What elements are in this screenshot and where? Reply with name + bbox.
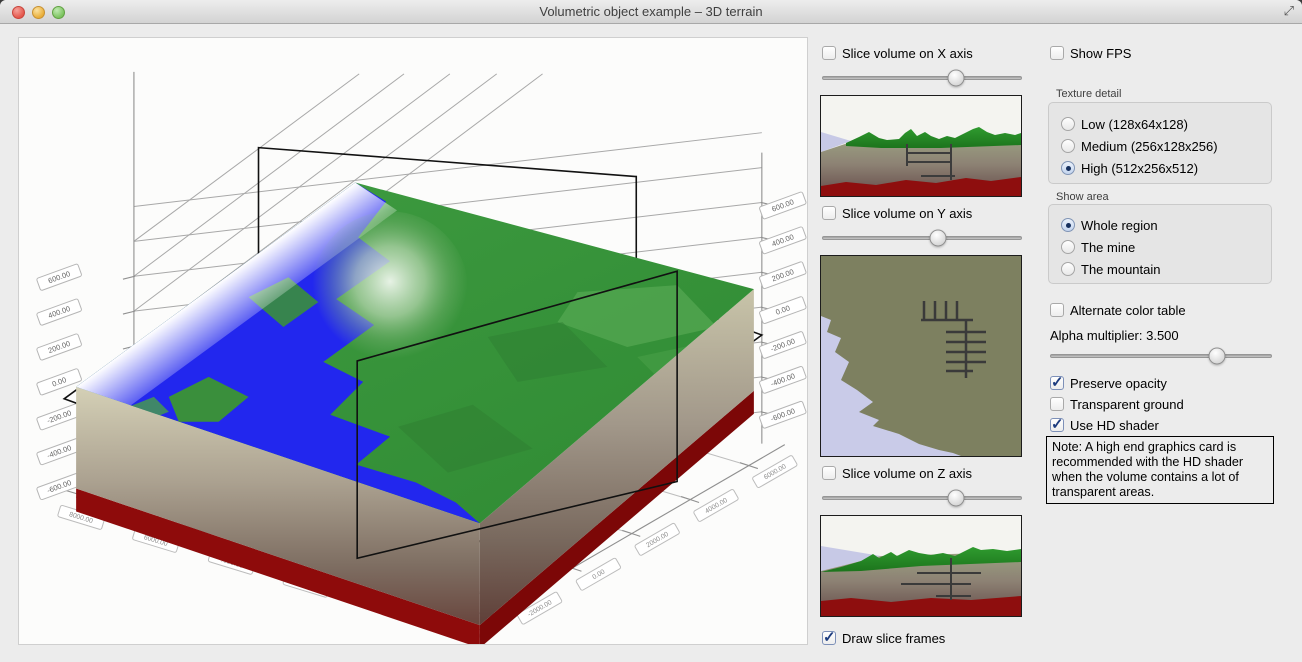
radio-label: Low (128x64x128) [1081, 117, 1188, 132]
slice-y-slider-handle[interactable] [930, 230, 947, 247]
radio-button[interactable] [1061, 218, 1075, 232]
radio-texture-low[interactable]: Low (128x64x128) [1061, 115, 1271, 133]
radio-button[interactable] [1061, 161, 1075, 175]
app-window: Volumetric object example – 3D terrain ⤢ [0, 0, 1302, 662]
checkbox-label: Show FPS [1070, 46, 1131, 61]
alpha-slider-handle[interactable] [1208, 348, 1225, 365]
radio-button[interactable] [1061, 262, 1075, 276]
draw-slice-frames-checkbox[interactable]: Draw slice frames [822, 629, 945, 647]
checkbox-box[interactable] [822, 466, 836, 480]
slice-z-checkbox[interactable]: Slice volume on Z axis [822, 464, 972, 482]
left-axis-labels: 600.00 400.00 200.00 0.00 -200.00 -400.0… [36, 264, 82, 500]
slice-x-preview [820, 95, 1022, 197]
slice-y-preview [820, 255, 1022, 457]
checkbox-box[interactable] [1050, 376, 1064, 390]
slider-track[interactable] [822, 76, 1022, 80]
radio-texture-high[interactable]: High (512x256x512) [1061, 159, 1271, 177]
radio-the-mountain[interactable]: The mountain [1061, 260, 1271, 278]
slider-track[interactable] [822, 496, 1022, 500]
checkbox-box[interactable] [1050, 397, 1064, 411]
show-area-group-label: Show area [1056, 191, 1109, 203]
checkbox-box[interactable] [1050, 418, 1064, 432]
slider-track[interactable] [822, 236, 1022, 240]
terrain-3d-view[interactable]: 600.00 400.00 200.00 0.00 -200.00 -400.0… [18, 37, 808, 645]
alpha-multiplier-label: Alpha multiplier: 3.500 [1050, 326, 1179, 344]
slice-z-preview [820, 515, 1022, 617]
checkbox-label: Transparent ground [1070, 397, 1184, 412]
slice-z-slider[interactable] [822, 490, 1022, 506]
slice-z-slider-handle[interactable] [948, 490, 965, 507]
radio-whole-region[interactable]: Whole region [1061, 216, 1271, 234]
alternate-color-table-checkbox[interactable]: Alternate color table [1050, 301, 1186, 319]
texture-detail-group: Low (128x64x128) Medium (256x128x256) Hi… [1048, 102, 1272, 184]
use-hd-shader-checkbox[interactable]: Use HD shader [1050, 416, 1159, 434]
radio-button[interactable] [1061, 139, 1075, 153]
transparent-ground-checkbox[interactable]: Transparent ground [1050, 395, 1184, 413]
resize-icon[interactable]: ⤢ [1284, 3, 1294, 19]
alpha-slider[interactable] [1050, 348, 1272, 364]
slice-x-checkbox[interactable]: Slice volume on X axis [822, 44, 973, 62]
slice-y-checkbox[interactable]: Slice volume on Y axis [822, 204, 972, 222]
window-title: Volumetric object example – 3D terrain [0, 4, 1302, 19]
checkbox-label: Alternate color table [1070, 303, 1186, 318]
terrain-volume [76, 183, 754, 645]
show-fps-checkbox[interactable]: Show FPS [1050, 44, 1131, 62]
texture-detail-group-label: Texture detail [1056, 88, 1121, 100]
checkbox-box[interactable] [822, 206, 836, 220]
checkbox-box[interactable] [1050, 303, 1064, 317]
show-area-group: Whole region The mine The mountain [1048, 204, 1272, 284]
radio-the-mine[interactable]: The mine [1061, 238, 1271, 256]
slice-x-slider[interactable] [822, 70, 1022, 86]
checkbox-label: Slice volume on Z axis [842, 466, 972, 481]
checkbox-label: Draw slice frames [842, 631, 945, 646]
preserve-opacity-checkbox[interactable]: Preserve opacity [1050, 374, 1167, 392]
title-bar[interactable]: Volumetric object example – 3D terrain ⤢ [0, 0, 1302, 24]
checkbox-label: Slice volume on Y axis [842, 206, 972, 221]
radio-button[interactable] [1061, 240, 1075, 254]
checkbox-label: Use HD shader [1070, 418, 1159, 433]
radio-label: Medium (256x128x256) [1081, 139, 1218, 154]
note-text: Note: A high end graphics card is recomm… [1046, 436, 1274, 504]
checkbox-label: Preserve opacity [1070, 376, 1167, 391]
slice-y-slider[interactable] [822, 230, 1022, 246]
radio-label: High (512x256x512) [1081, 161, 1198, 176]
checkbox-box[interactable] [822, 46, 836, 60]
checkbox-label: Slice volume on X axis [842, 46, 973, 61]
mountain-peak [312, 211, 467, 366]
slider-track[interactable] [1050, 354, 1272, 358]
right-axis-labels: 600.00 400.00 200.00 0.00 -200.00 -400.0… [759, 192, 807, 429]
radio-texture-medium[interactable]: Medium (256x128x256) [1061, 137, 1271, 155]
radio-label: Whole region [1081, 218, 1158, 233]
radio-button[interactable] [1061, 117, 1075, 131]
checkbox-box[interactable] [1050, 46, 1064, 60]
checkbox-box[interactable] [822, 631, 836, 645]
radio-label: The mountain [1081, 262, 1161, 277]
radio-label: The mine [1081, 240, 1135, 255]
slice-x-slider-handle[interactable] [948, 70, 965, 87]
